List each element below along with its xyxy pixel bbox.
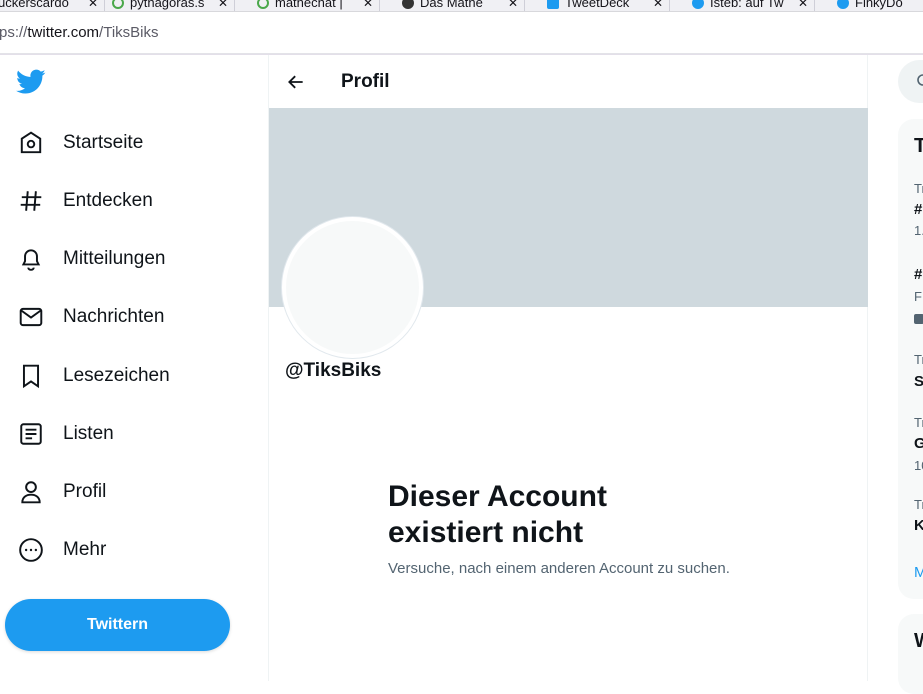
trends-heading: T xyxy=(914,135,923,157)
person-icon xyxy=(18,479,44,505)
main-column: Profil @TiksBiks Dieser Account existier… xyxy=(268,55,868,681)
nav-label: Listen xyxy=(63,423,114,444)
tab-favicon-icon xyxy=(257,0,269,9)
browser-tab[interactable]: mathechat | ✕ xyxy=(253,0,381,11)
trend-name[interactable]: # xyxy=(914,201,922,218)
nav-label: Nachrichten xyxy=(63,306,165,327)
nav-label: Mehr xyxy=(63,539,107,560)
close-icon[interactable]: ✕ xyxy=(653,0,663,10)
tab-favicon-icon xyxy=(547,0,559,9)
url-scheme: ps:// xyxy=(0,23,28,41)
tab-label: Das Mathe xyxy=(420,0,483,10)
trend-meta: Tr xyxy=(914,352,923,367)
trend-meta: F xyxy=(914,289,922,304)
browser-tab[interactable]: pythagoras.s ✕ xyxy=(108,0,236,11)
nav-item-mehr[interactable]: Mehr xyxy=(18,530,106,570)
avatar xyxy=(282,217,423,358)
nav-label: Entdecken xyxy=(63,190,153,211)
nav-label: Mitteilungen xyxy=(63,248,166,269)
twitter-logo-icon[interactable] xyxy=(16,69,46,95)
trend-meta: Tr xyxy=(914,497,923,512)
nav-label: Profil xyxy=(63,481,107,502)
tab-label: mathechat | xyxy=(275,0,343,10)
trend-name[interactable]: G xyxy=(914,435,923,452)
profile-handle: @TiksBiks xyxy=(285,360,382,381)
mail-icon xyxy=(18,304,44,330)
list-icon xyxy=(18,421,44,447)
browser-tab[interactable]: FinkyDo xyxy=(833,0,923,11)
trend-name[interactable]: K xyxy=(914,517,923,534)
twitter-favicon-icon xyxy=(837,0,849,9)
nav-item-mitteilungen[interactable]: Mitteilungen xyxy=(18,239,165,279)
who-to-follow-panel: W xyxy=(898,614,923,694)
empty-state-title: Dieser Account existiert nicht xyxy=(388,480,607,549)
trend-count: 1. xyxy=(914,223,923,238)
nav-item-lesezeichen[interactable]: Lesezeichen xyxy=(18,356,170,396)
nav-label: Lesezeichen xyxy=(63,365,170,386)
tab-label: pythagoras.s xyxy=(130,0,205,10)
nav-label: Startseite xyxy=(63,132,144,153)
search-icon xyxy=(916,74,923,86)
hashtag-icon xyxy=(18,188,44,214)
url-host: twitter.com xyxy=(27,23,100,41)
trend-count: 10 xyxy=(914,458,923,473)
twitter-favicon-icon xyxy=(692,0,704,9)
browser-tab[interactable]: TweetDeck ✕ xyxy=(543,0,671,11)
empty-state-subtitle: Versuche, nach einem anderen Account zu … xyxy=(388,560,730,577)
url-path: /TiksBiks xyxy=(99,23,159,41)
tab-label: Isteb: auf Tw xyxy=(710,0,784,10)
bookmark-icon xyxy=(18,363,44,389)
close-icon[interactable]: ✕ xyxy=(798,0,808,10)
tweet-button[interactable]: Twittern xyxy=(5,599,230,651)
trends-panel: T Tr # 1. # F Tr S Tr G 10 Tr K M xyxy=(898,119,923,599)
show-more-link[interactable]: M xyxy=(914,564,923,581)
who-to-follow-heading: W xyxy=(914,630,923,653)
close-icon[interactable]: ✕ xyxy=(363,0,373,10)
tab-favicon-icon xyxy=(112,0,124,9)
url-text[interactable]: ps://twitter.com/TiksBiks xyxy=(0,24,159,41)
browser-tab[interactable]: Isteb: auf Tw ✕ xyxy=(688,0,816,11)
page-title: Profil xyxy=(341,71,390,92)
home-icon xyxy=(18,130,44,156)
trend-name[interactable]: # xyxy=(914,266,922,283)
trend-image-icon xyxy=(914,314,923,324)
profile-header: Profil xyxy=(269,55,868,108)
browser-tab[interactable]: Das Mathe ✕ xyxy=(398,0,526,11)
back-arrow-icon[interactable] xyxy=(283,69,309,95)
address-bar[interactable]: ps://twitter.com/TiksBiks xyxy=(0,13,923,54)
browser-tab-strip: ückerscardo ✕ pythagoras.s ✕ mathechat | ✕ … xyxy=(0,0,923,12)
left-sidebar: Startseite Entdecken Mitteilungen Nachri… xyxy=(0,55,268,681)
close-icon[interactable]: ✕ xyxy=(88,0,98,10)
browser-tab[interactable]: ückerscardo ✕ xyxy=(0,0,106,11)
close-icon[interactable]: ✕ xyxy=(508,0,518,10)
tab-label: ückerscardo xyxy=(0,0,69,10)
close-icon[interactable]: ✕ xyxy=(218,0,228,10)
trend-name[interactable]: S xyxy=(914,373,923,390)
trend-meta: Tr xyxy=(914,415,923,430)
nav-item-profil[interactable]: Profil xyxy=(18,472,106,512)
tab-label: FinkyDo xyxy=(855,0,903,10)
nav-item-listen[interactable]: Listen xyxy=(18,414,114,454)
bell-icon xyxy=(18,246,44,272)
nav-item-entdecken[interactable]: Entdecken xyxy=(18,181,153,221)
trend-meta: Tr xyxy=(914,181,923,196)
nav-item-startseite[interactable]: Startseite xyxy=(18,123,143,163)
tab-favicon-icon xyxy=(402,0,414,9)
more-circle-icon xyxy=(18,537,44,563)
tab-label: TweetDeck xyxy=(565,0,630,10)
nav-item-nachrichten[interactable]: Nachrichten xyxy=(18,297,164,337)
